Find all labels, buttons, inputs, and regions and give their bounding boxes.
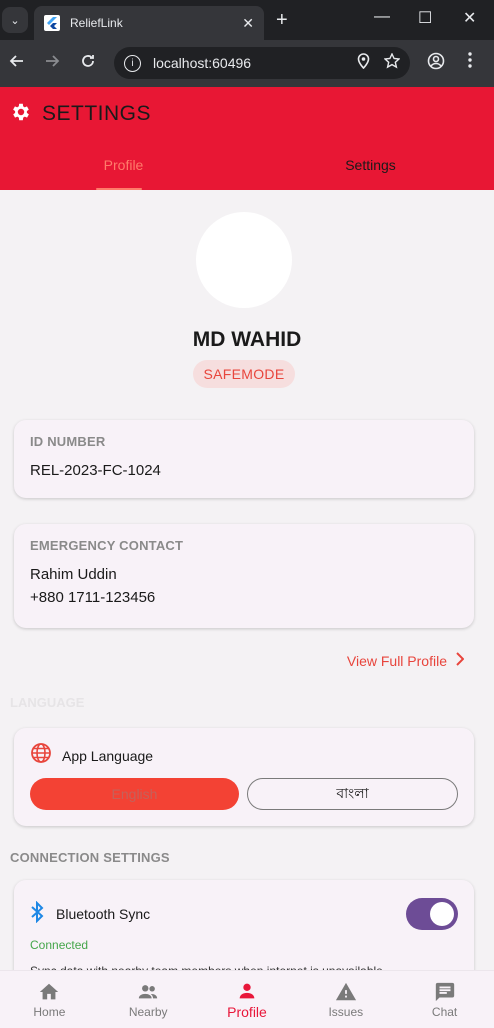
reload-icon[interactable] <box>80 53 96 74</box>
toggle-knob <box>430 902 454 926</box>
language-english-button[interactable]: English <box>30 778 239 810</box>
browser-tab-strip: ⌄ ReliefLink ✕ + — ☐ ✕ <box>0 0 494 40</box>
person-icon <box>239 983 255 998</box>
nav-home[interactable]: Home <box>0 971 99 1028</box>
avatar[interactable] <box>196 212 292 308</box>
close-window-button[interactable]: ✕ <box>463 8 476 28</box>
emergency-contact-card: EMERGENCY CONTACT Rahim Uddin +880 1711-… <box>14 524 474 628</box>
tab-close-icon[interactable]: ✕ <box>242 15 254 32</box>
forward-arrow-icon[interactable] <box>44 53 60 74</box>
nav-chat[interactable]: Chat <box>395 971 494 1028</box>
chevron-right-icon <box>455 652 465 669</box>
nav-issues[interactable]: Issues <box>296 971 395 1028</box>
nav-nearby-label: Nearby <box>128 1004 168 1019</box>
warning-icon <box>335 982 356 1000</box>
view-full-profile-link[interactable]: View Full Profile <box>346 652 465 669</box>
url-text[interactable]: localhost:60496 <box>153 55 343 71</box>
status-badge: SAFEMODE <box>193 360 295 388</box>
browser-menu-icon[interactable] <box>468 52 472 73</box>
id-number-card: ID NUMBER REL-2023-FC-1024 <box>14 420 474 498</box>
tab-search-button[interactable]: ⌄ <box>2 7 28 33</box>
browser-tab[interactable]: ReliefLink ✕ <box>34 6 264 40</box>
browser-toolbar: i localhost:60496 <box>0 40 494 87</box>
app-language-label: App Language <box>62 747 154 764</box>
tab-profile[interactable]: Profile <box>0 140 247 190</box>
nav-chat-label: Chat <box>431 1004 458 1019</box>
id-number-value: REL-2023-FC-1024 <box>30 462 161 479</box>
nav-profile-label: Profile <box>227 1003 267 1020</box>
user-name: MD WAHID <box>192 328 302 351</box>
bluetooth-icon <box>30 900 44 928</box>
app-header: SETTINGS Profile Settings <box>0 87 494 190</box>
nav-nearby[interactable]: Nearby <box>99 971 198 1028</box>
bottom-navigation: Home Nearby Profile Issues Chat <box>0 970 494 1028</box>
address-bar[interactable]: i localhost:60496 <box>114 47 410 79</box>
tab-title: ReliefLink <box>70 16 123 30</box>
bluetooth-sync-card: Bluetooth Sync Connected Sync data with … <box>14 880 474 972</box>
home-icon <box>40 983 59 999</box>
language-card: App Language English বাংলা <box>14 728 474 826</box>
new-tab-button[interactable]: + <box>276 9 288 32</box>
connection-settings-title: CONNECTION SETTINGS <box>10 850 170 865</box>
profile-content[interactable]: MD WAHID SAFEMODE ID NUMBER REL-2023-FC-… <box>0 190 494 972</box>
back-arrow-icon[interactable] <box>9 53 25 74</box>
id-number-label: ID NUMBER <box>30 434 106 449</box>
site-info-icon[interactable]: i <box>124 54 141 72</box>
minimize-button[interactable]: — <box>374 8 390 26</box>
bluetooth-sync-label: Bluetooth Sync <box>56 906 151 922</box>
nav-profile[interactable]: Profile <box>198 971 297 1028</box>
view-full-profile-label: View Full Profile <box>346 652 447 669</box>
bookmark-star-icon[interactable] <box>383 52 401 73</box>
maximize-button[interactable]: ☐ <box>418 8 432 28</box>
profile-account-icon[interactable] <box>427 52 445 75</box>
header-tabs: Profile Settings <box>0 140 494 190</box>
people-icon <box>139 984 158 998</box>
emergency-contact-label: EMERGENCY CONTACT <box>30 538 184 553</box>
language-bangla-button[interactable]: বাংলা <box>247 778 458 810</box>
settings-gear-icon <box>10 101 32 123</box>
page-title: SETTINGS <box>42 102 152 125</box>
tab-settings[interactable]: Settings <box>247 140 494 190</box>
language-section-title: LANGUAGE <box>10 695 85 710</box>
nav-home-label: Home <box>33 1004 66 1019</box>
chat-icon <box>435 982 454 1001</box>
nav-issues-label: Issues <box>328 1004 364 1019</box>
flutter-favicon-icon <box>44 15 60 31</box>
emergency-contact-name: Rahim Uddin <box>30 566 117 583</box>
connection-status: Connected <box>30 938 89 952</box>
globe-icon <box>30 742 52 769</box>
emergency-contact-phone: +880 1711-123456 <box>30 589 156 606</box>
bluetooth-sync-toggle[interactable] <box>406 898 458 930</box>
location-pin-icon[interactable] <box>357 53 370 73</box>
